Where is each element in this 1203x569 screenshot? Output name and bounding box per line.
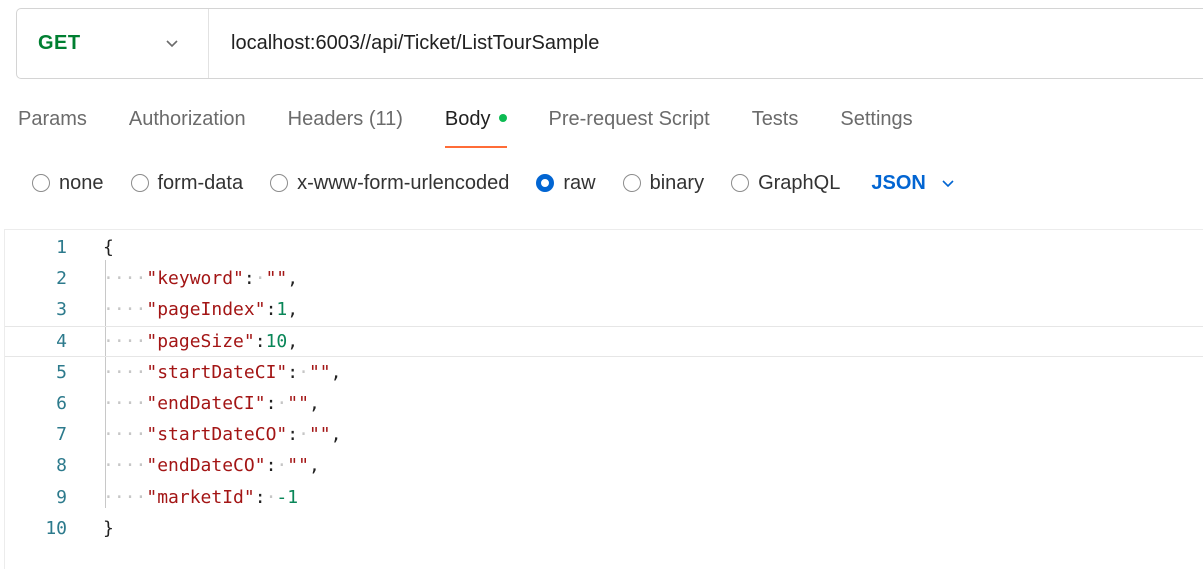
code-line[interactable]: 8 ····"endDateCO":·"", <box>5 450 1203 481</box>
body-type-none[interactable]: none <box>32 172 104 195</box>
tab-label: Headers <box>287 108 364 130</box>
radio-button[interactable] <box>622 174 641 192</box>
tab-body[interactable]: Body <box>444 100 507 148</box>
radio-label: none <box>59 171 104 194</box>
line-code: ····"startDateCI":·"", <box>103 361 342 383</box>
line-number: 4 <box>56 330 67 352</box>
code-line[interactable]: 9 ····"marketId":·-1 <box>5 482 1203 513</box>
line-code: ····"endDateCI":·"", <box>103 393 320 414</box>
line-number: 10 <box>45 517 67 539</box>
line-code: ····"pageIndex":1, <box>103 299 299 321</box>
tab-tests[interactable]: Tests <box>752 100 799 148</box>
tab-params[interactable]: Params <box>18 100 87 148</box>
body-type-urlencoded[interactable]: x-www-form-urlencoded <box>270 172 509 195</box>
tab-label: Tests <box>751 108 799 130</box>
tab-label: Params <box>18 108 87 130</box>
body-type-options: none form-data x-www-form-urlencoded raw… <box>32 166 956 200</box>
tab-settings[interactable]: Settings <box>840 100 912 148</box>
code-line[interactable]: 7 ····"startDateCO":·"", <box>5 419 1203 450</box>
format-label: JSON <box>871 171 926 194</box>
format-select[interactable]: JSON <box>871 172 955 195</box>
tab-headers[interactable]: Headers (11) <box>288 100 403 148</box>
chevron-down-icon <box>166 40 178 48</box>
body-indicator-dot-icon <box>498 113 507 122</box>
code-line[interactable]: 1{ <box>5 232 1203 263</box>
method-label: GET <box>38 32 81 54</box>
line-code: { <box>103 237 114 258</box>
line-code: ····"endDateCO":·"", <box>103 455 320 477</box>
radio-label: binary <box>649 171 705 194</box>
line-number: 2 <box>56 268 67 290</box>
tab-label: Pre-request Script <box>548 108 710 130</box>
request-tabs: Params Authorization Headers (11) Body P… <box>18 100 955 148</box>
tab-label: Body <box>444 108 491 130</box>
radio-button[interactable] <box>731 174 750 192</box>
line-code: ····"marketId":·-1 <box>103 486 299 508</box>
code-line[interactable]: 10} <box>5 513 1203 544</box>
method-select[interactable]: GET <box>17 9 209 78</box>
code-line[interactable]: 5 ····"startDateCI":·"", <box>5 357 1203 388</box>
tab-label: Authorization <box>128 108 246 130</box>
tab-pre-request-script[interactable]: Pre-request Script <box>549 100 710 148</box>
code-line[interactable]: 4 ····"pageSize":10, <box>5 325 1203 357</box>
request-url-bar: GET <box>16 8 1203 79</box>
tab-label: Settings <box>840 108 913 130</box>
radio-button[interactable] <box>32 174 50 192</box>
radio-label: x-www-form-urlencoded <box>297 171 510 194</box>
radio-button[interactable] <box>130 174 149 192</box>
line-number: 6 <box>56 393 67 414</box>
line-code: ····"startDateCO":·"", <box>103 424 342 446</box>
tab-count-badge: (11) <box>368 108 403 130</box>
url-input[interactable] <box>231 32 1131 55</box>
body-type-binary[interactable]: binary <box>622 171 705 195</box>
line-number: 3 <box>56 299 67 321</box>
body-type-form-data[interactable]: form-data <box>130 171 244 195</box>
radio-label: form-data <box>157 171 244 194</box>
line-number: 1 <box>56 237 67 258</box>
line-code: } <box>103 517 114 539</box>
line-number: 7 <box>56 424 67 446</box>
code-editor[interactable]: 1{2 ····"keyword":·"", 3 ····"pageIndex":1,… <box>4 229 1203 569</box>
code-line[interactable]: 2 ····"keyword":·"", <box>5 263 1203 294</box>
chevron-down-icon <box>942 180 954 188</box>
line-number: 8 <box>56 455 67 477</box>
radio-label: raw <box>563 171 596 194</box>
line-code: ····"keyword":·"", <box>103 268 299 290</box>
radio-button-selected[interactable] <box>536 174 555 192</box>
code-line[interactable]: 3 ····"pageIndex":1, <box>5 294 1203 325</box>
tab-authorization[interactable]: Authorization <box>129 100 246 148</box>
code-line[interactable]: 6 ····"endDateCI":·"", <box>5 388 1203 419</box>
line-number: 5 <box>56 361 67 383</box>
radio-label: GraphQL <box>758 171 841 194</box>
line-code: ····"pageSize":10, <box>103 330 299 352</box>
radio-button[interactable] <box>270 174 289 192</box>
line-number: 9 <box>56 486 67 508</box>
body-type-raw[interactable]: raw <box>536 171 596 195</box>
body-type-graphql[interactable]: GraphQL <box>731 172 840 195</box>
